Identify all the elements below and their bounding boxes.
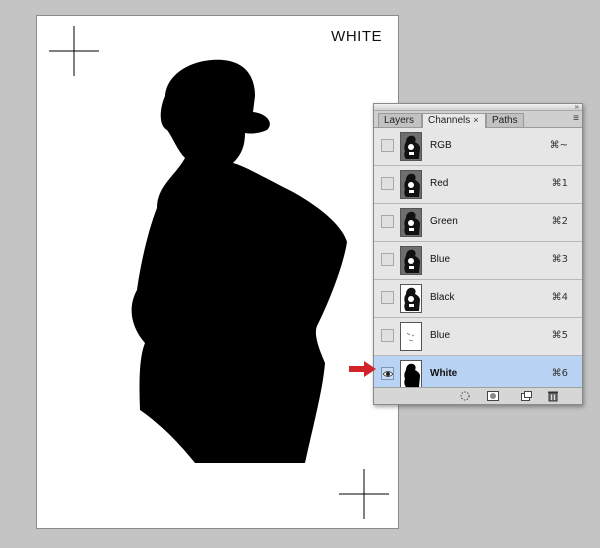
new-channel-icon[interactable] [519, 390, 533, 402]
channel-name: Green [430, 216, 458, 227]
channel-thumbnail [400, 132, 422, 161]
person-silhouette [131, 59, 347, 464]
channel-row[interactable]: Red ⌘1 [374, 166, 582, 204]
channel-shortcut: ⌘6 [551, 368, 568, 379]
visibility-toggle[interactable] [381, 215, 394, 228]
channel-thumbnail [400, 284, 422, 313]
channel-name: Red [430, 178, 449, 189]
channel-name: Blue [430, 254, 451, 265]
save-selection-icon[interactable] [486, 390, 500, 402]
close-icon[interactable]: × [473, 115, 478, 125]
canvas-label: WHITE [331, 28, 382, 45]
visibility-toggle[interactable] [381, 291, 394, 304]
channel-thumbnail [400, 322, 422, 351]
channel-shortcut: ⌘2 [551, 216, 568, 227]
channel-row[interactable]: RGB ⌘~ [374, 128, 582, 166]
channel-row[interactable]: Blue ⌘5 [374, 318, 582, 356]
channel-shortcut: ⌘1 [551, 178, 568, 189]
panel-footer [374, 387, 582, 404]
crosshair-mark-bottom-right [339, 469, 389, 519]
eye-icon [383, 371, 393, 377]
channel-thumbnail [400, 246, 422, 275]
channel-shortcut: ⌘~ [549, 140, 568, 151]
channel-list: RGB ⌘~ Red ⌘1 Green ⌘2 Blue ⌘3 Black ⌘4 Blue ⌘5 Whit… [374, 128, 582, 394]
pointer-arrow-icon [349, 361, 376, 377]
channel-row[interactable]: Green ⌘2 [374, 204, 582, 242]
channel-row[interactable]: Blue ⌘3 [374, 242, 582, 280]
tab-paths[interactable]: Paths [486, 113, 524, 127]
channel-thumbnail [400, 170, 422, 199]
panel-title-bar[interactable]: » [374, 103, 582, 111]
document-canvas[interactable]: WHITE [36, 15, 399, 529]
tab-channels[interactable]: Channels × [422, 113, 486, 128]
channel-shortcut: ⌘4 [551, 292, 568, 303]
visibility-toggle[interactable] [381, 329, 394, 342]
channel-name: Blue [430, 330, 451, 341]
channels-panel: » Layers Channels × Paths ≡ RGB ⌘~ Red ⌘1 Gre… [373, 103, 583, 405]
visibility-toggle[interactable] [381, 139, 394, 152]
load-selection-icon[interactable] [458, 390, 472, 402]
channel-thumbnail [400, 208, 422, 237]
channel-thumbnail [400, 360, 422, 389]
channel-shortcut: ⌘5 [551, 330, 568, 341]
visibility-toggle[interactable] [381, 177, 394, 190]
trash-icon[interactable] [546, 390, 560, 402]
channel-name: Black [430, 292, 455, 303]
channel-shortcut: ⌘3 [551, 254, 568, 265]
channel-row[interactable]: Black ⌘4 [374, 280, 582, 318]
channel-name: White [430, 368, 458, 379]
crosshair-mark-top-left [49, 26, 99, 76]
visibility-toggle[interactable] [381, 253, 394, 266]
panel-tab-bar: Layers Channels × Paths ≡ [374, 111, 582, 128]
visibility-toggle[interactable] [381, 367, 394, 380]
collapse-icon[interactable]: » [575, 103, 579, 111]
tab-layers[interactable]: Layers [378, 113, 422, 127]
channel-name: RGB [430, 140, 452, 151]
panel-menu-icon[interactable]: ≡ [573, 114, 579, 124]
